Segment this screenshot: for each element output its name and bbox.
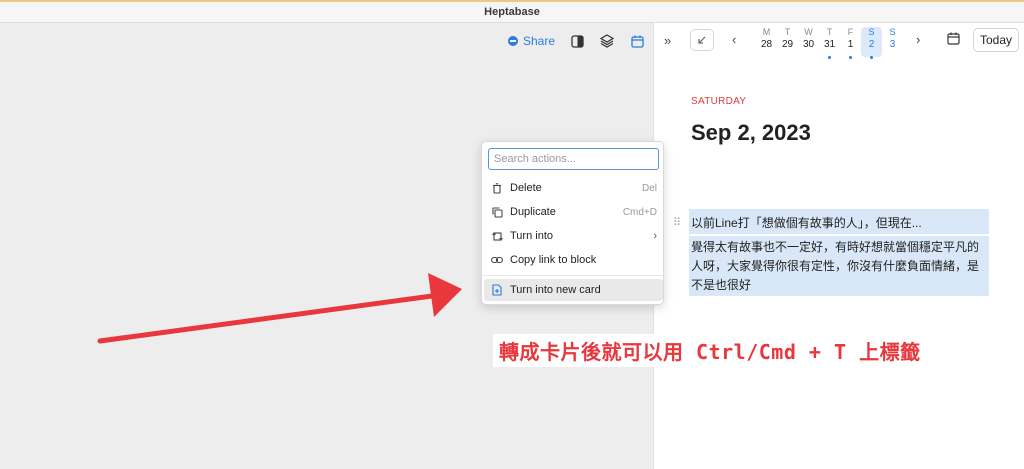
annotation-label: 轉成卡片後就可以用 Ctrl/Cmd + T 上標籤	[493, 334, 927, 367]
annotation-arrow	[97, 273, 462, 344]
